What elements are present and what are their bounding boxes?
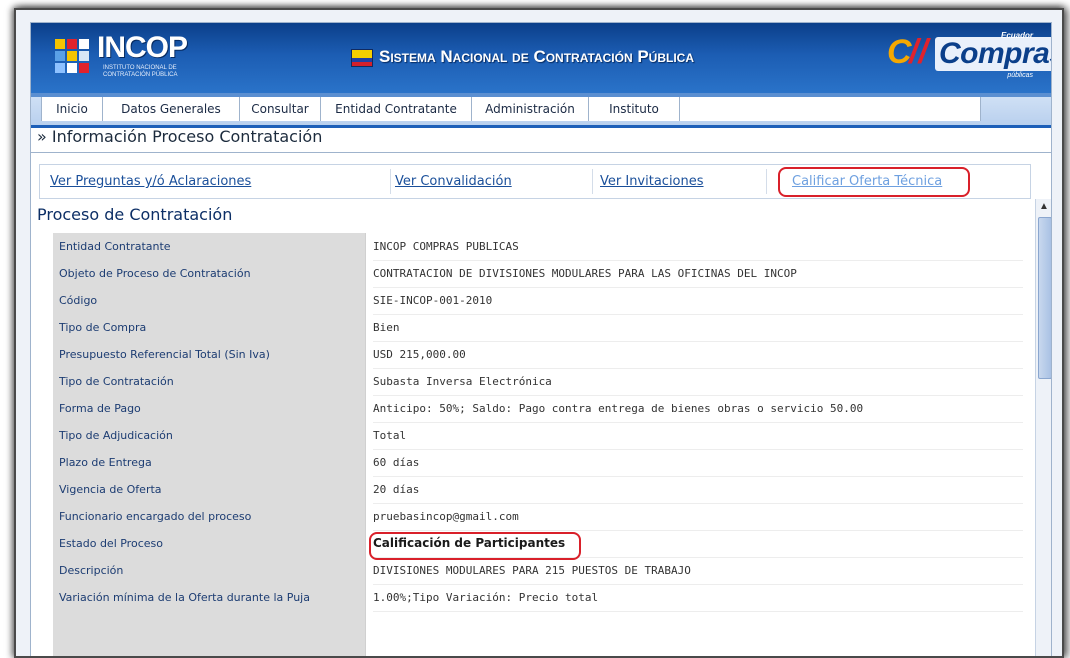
detail-value: 20 días xyxy=(373,476,1023,504)
detail-value: Anticipo: 50%; Saldo: Pago contra entreg… xyxy=(373,395,1023,423)
detail-label: Presupuesto Referencial Total (Sin Iva) xyxy=(59,348,270,361)
link-ver-invitaciones[interactable]: Ver Invitaciones xyxy=(600,165,704,198)
section-title: Proceso de Contratación xyxy=(37,205,233,224)
main-nav: Inicio Datos Generales Consultar Entidad… xyxy=(31,93,1051,128)
compras-logo-slash-icon: // xyxy=(909,33,928,71)
detail-row: Tipo de Compra Bien xyxy=(53,314,1029,342)
detail-row: Objeto de Proceso de Contratación CONTRA… xyxy=(53,260,1029,288)
detail-row: Descripción DIVISIONES MODULARES PARA 21… xyxy=(53,557,1029,585)
detail-label: Código xyxy=(59,294,98,307)
detail-row: Estado del Proceso Calificación de Parti… xyxy=(53,530,1029,560)
detail-label: Variación mínima de la Oferta durante la… xyxy=(59,591,310,604)
detail-label: Vigencia de Oferta xyxy=(59,483,162,496)
compras-logo-top: Ecuador xyxy=(1000,31,1033,40)
process-details: Entidad Contratante INCOP COMPRAS PUBLIC… xyxy=(53,233,1030,656)
detail-label: Estado del Proceso xyxy=(59,537,163,550)
nav-item-instituto[interactable]: Instituto xyxy=(589,97,680,121)
vertical-scrollbar[interactable]: ▲ xyxy=(1035,199,1051,656)
nav-item-entidad-contratante[interactable]: Entidad Contratante xyxy=(321,97,472,121)
detail-label: Funcionario encargado del proceso xyxy=(59,510,252,523)
detail-row: Vigencia de Oferta 20 días xyxy=(53,476,1029,504)
detail-row: Código SIE-INCOP-001-2010 xyxy=(53,287,1029,315)
incop-logo[interactable]: INCOP Instituto Nacional de Contratación… xyxy=(51,29,221,87)
detail-value: pruebasincop@gmail.com xyxy=(373,503,1023,531)
detail-row: Variación mínima de la Oferta durante la… xyxy=(53,584,1029,612)
compras-logo-c-icon: C xyxy=(887,33,912,71)
page-title: » Información Proceso Contratación xyxy=(37,127,323,146)
detail-value: 1.00%;Tipo Variación: Precio total xyxy=(373,584,1023,612)
scroll-up-arrow-icon[interactable]: ▲ xyxy=(1036,199,1051,215)
nav-items: Inicio Datos Generales Consultar Entidad… xyxy=(41,97,981,121)
title-divider xyxy=(31,152,1051,153)
action-links: Ver Preguntas y/ó Aclaraciones Ver Conva… xyxy=(39,164,1031,199)
detail-label: Tipo de Adjudicación xyxy=(59,429,173,442)
detail-value: USD 215,000.00 xyxy=(373,341,1023,369)
link-divider xyxy=(390,169,391,194)
header-banner: INCOP Instituto Nacional de Contratación… xyxy=(31,23,1051,93)
compras-logo-bottom: públicas xyxy=(1007,72,1033,79)
detail-value: Bien xyxy=(373,314,1023,342)
detail-label: Tipo de Contratación xyxy=(59,375,174,388)
link-ver-convalidacion[interactable]: Ver Convalidación xyxy=(395,165,512,198)
page-container: INCOP Instituto Nacional de Contratación… xyxy=(30,22,1052,656)
nav-item-administracion[interactable]: Administración xyxy=(472,97,589,121)
incop-logo-subtitle: Instituto Nacional de Contratación Públi… xyxy=(103,65,178,78)
scroll-thumb[interactable] xyxy=(1038,217,1051,379)
detail-label: Forma de Pago xyxy=(59,402,141,415)
link-ver-preguntas[interactable]: Ver Preguntas y/ó Aclaraciones xyxy=(50,165,251,198)
detail-row: Plazo de Entrega 60 días xyxy=(53,449,1029,477)
detail-row: Presupuesto Referencial Total (Sin Iva) … xyxy=(53,341,1029,369)
detail-value: 60 días xyxy=(373,449,1023,477)
detail-label: Plazo de Entrega xyxy=(59,456,152,469)
nav-item-inicio[interactable]: Inicio xyxy=(41,97,103,121)
detail-value: DIVISIONES MODULARES PARA 215 PUESTOS DE… xyxy=(373,557,1023,585)
detail-value: Total xyxy=(373,422,1023,450)
link-divider xyxy=(592,169,593,194)
nav-item-datos-generales[interactable]: Datos Generales xyxy=(103,97,240,121)
highlight-box-estado xyxy=(369,532,581,560)
nav-empty-space xyxy=(680,97,981,121)
incop-logo-text: INCOP xyxy=(97,31,188,64)
window-frame: INCOP Instituto Nacional de Contratación… xyxy=(14,8,1064,658)
detail-row: Tipo de Contratación Subasta Inversa Ele… xyxy=(53,368,1029,396)
detail-label: Descripción xyxy=(59,564,124,577)
detail-label: Tipo de Compra xyxy=(59,321,147,334)
detail-value: SIE-INCOP-001-2010 xyxy=(373,287,1023,315)
ecuador-flag-icon xyxy=(351,49,373,67)
system-title-text: Sistema Nacional de Contratación Pública xyxy=(379,47,694,66)
compras-publicas-logo[interactable]: C // Compras Ecuador públicas xyxy=(887,31,1051,81)
detail-row: Funcionario encargado del proceso prueba… xyxy=(53,503,1029,531)
detail-value: CONTRATACION DE DIVISIONES MODULARES PAR… xyxy=(373,260,1023,288)
compras-logo-text: Compras xyxy=(935,37,1051,71)
detail-value: Subasta Inversa Electrónica xyxy=(373,368,1023,396)
detail-row: Tipo de Adjudicación Total xyxy=(53,422,1029,450)
detail-label: Objeto de Proceso de Contratación xyxy=(59,267,251,280)
nav-item-consultar[interactable]: Consultar xyxy=(240,97,321,121)
detail-row: Forma de Pago Anticipo: 50%; Saldo: Pago… xyxy=(53,395,1029,423)
highlight-box-calificar xyxy=(778,167,970,197)
detail-label: Entidad Contratante xyxy=(59,240,171,253)
incop-logo-mark-icon xyxy=(51,35,93,79)
detail-row: Entidad Contratante INCOP COMPRAS PUBLIC… xyxy=(53,233,1029,261)
link-divider xyxy=(766,169,767,194)
detail-value: INCOP COMPRAS PUBLICAS xyxy=(373,233,1023,261)
